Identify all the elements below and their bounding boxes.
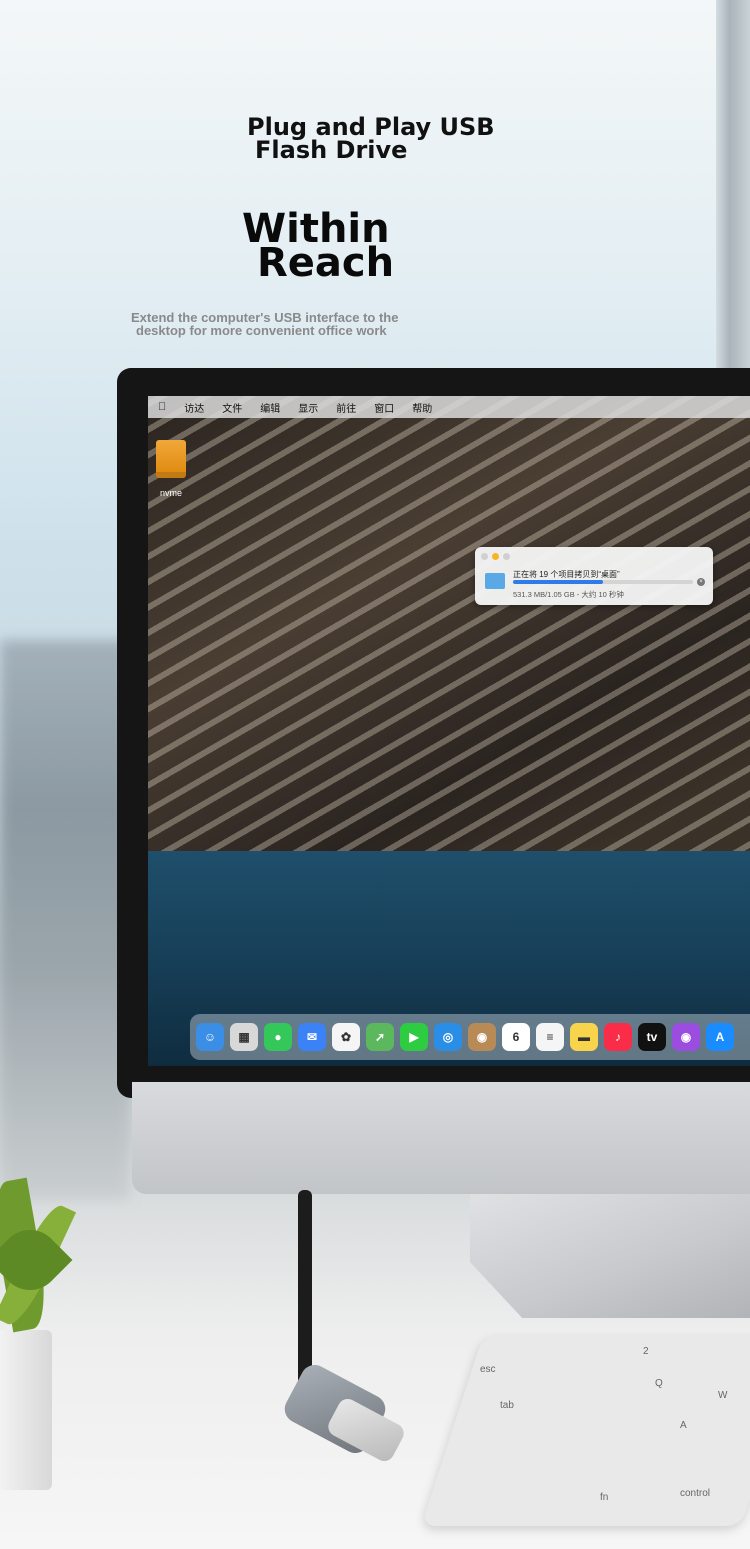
menu-item-file[interactable]: 文件: [222, 400, 242, 415]
apple-menu-icon[interactable]: : [158, 401, 166, 413]
menu-item-finder[interactable]: 访达: [184, 400, 204, 415]
dock-mail-icon[interactable]: ✉: [298, 1023, 326, 1051]
key-control: control: [680, 1488, 711, 1499]
copy-progress-bar: [513, 580, 693, 584]
big-title-line2: Reach: [257, 240, 395, 286]
key-w: W: [718, 1390, 728, 1401]
headline-line2: Flash Drive: [255, 136, 408, 164]
monitor-screen:  访达 文件 编辑 显示 前往 窗口 帮助 nvme 正在将 19 个项目拷贝…: [148, 396, 750, 1066]
dock-music-icon[interactable]: ♪: [604, 1023, 632, 1051]
key-2: 2: [643, 1346, 649, 1357]
menubar[interactable]:  访达 文件 编辑 显示 前往 窗口 帮助: [148, 396, 750, 418]
key-q: Q: [655, 1378, 663, 1389]
menu-item-view[interactable]: 显示: [298, 400, 318, 415]
dock-maps-icon[interactable]: ➚: [366, 1023, 394, 1051]
copy-progress-dialog: 正在将 19 个项目拷贝到“桌面” × 531.3 MB/1.05 GB - 大…: [475, 547, 713, 605]
copy-progress-fill: [513, 580, 603, 584]
drive-label: nvme: [160, 488, 183, 498]
key-esc: esc: [480, 1364, 496, 1375]
dock-messages-icon[interactable]: ●: [264, 1023, 292, 1051]
menu-item-go[interactable]: 前往: [336, 400, 356, 415]
menu-item-window[interactable]: 窗口: [374, 400, 394, 415]
stop-copy-icon[interactable]: ×: [697, 578, 705, 586]
dock-launchpad-icon[interactable]: ▦: [230, 1023, 258, 1051]
usb-cable: [298, 1190, 312, 1390]
dock-facetime-icon[interactable]: ▶: [400, 1023, 428, 1051]
subtitle-line2: desktop for more convenient office work: [136, 323, 387, 338]
monitor-stand: [470, 1178, 750, 1318]
dock-finder-icon[interactable]: ☺: [196, 1023, 224, 1051]
subtitle: Extend the computer's USB interface to t…: [131, 311, 398, 337]
key-tab: tab: [500, 1400, 514, 1411]
dock-safari-icon[interactable]: ◎: [434, 1023, 462, 1051]
key-fn: fn: [600, 1492, 609, 1503]
external-drive-icon[interactable]: [156, 440, 186, 478]
big-title: Within Reach: [242, 209, 395, 286]
dock-reminders-icon[interactable]: ≡: [536, 1023, 564, 1051]
menu-item-edit[interactable]: 编辑: [260, 400, 280, 415]
zoom-dot-icon[interactable]: [503, 553, 510, 560]
dock-calendar-icon[interactable]: 6: [502, 1023, 530, 1051]
background-city: [0, 640, 130, 1200]
dock-contacts-icon[interactable]: ◉: [468, 1023, 496, 1051]
copy-title: 正在将 19 个项目拷贝到“桌面”: [513, 570, 620, 579]
minimize-dot-icon[interactable]: [492, 553, 499, 560]
window-frame: [716, 0, 750, 370]
dock: ☺ ▦ ● ✉ ✿ ➚ ▶ ◎ ◉ 6 ≡ ▬ ♪ tv ◉ A: [190, 1014, 750, 1060]
monitor-chin: [132, 1082, 750, 1194]
folder-icon: [485, 573, 505, 589]
copy-status: 531.3 MB/1.05 GB - 大约 10 秒钟: [513, 590, 624, 599]
dock-photos-icon[interactable]: ✿: [332, 1023, 360, 1051]
dock-notes-icon[interactable]: ▬: [570, 1023, 598, 1051]
plant-pot: [0, 1330, 52, 1490]
headline: Plug and Play USB Flash Drive: [247, 115, 495, 164]
key-a: A: [680, 1420, 687, 1431]
menu-item-help[interactable]: 帮助: [412, 400, 432, 415]
dock-app-store-icon[interactable]: A: [706, 1023, 734, 1051]
close-dot-icon[interactable]: [481, 553, 488, 560]
dock-podcasts-icon[interactable]: ◉: [672, 1023, 700, 1051]
dock-apple-tv-icon[interactable]: tv: [638, 1023, 666, 1051]
